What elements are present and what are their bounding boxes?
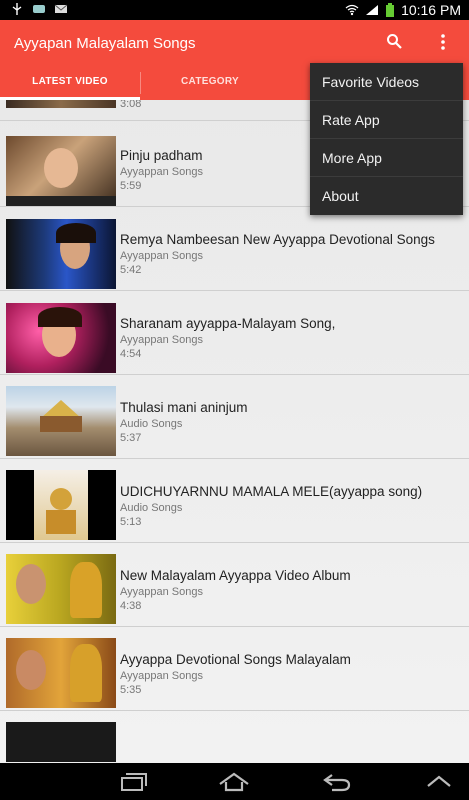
video-title: UDICHUYARNNU MAMALA MELE(ayyappa song)	[120, 484, 423, 499]
list-item[interactable]: Ayyappa Devotional Songs Malayalam Ayyap…	[0, 628, 469, 711]
video-duration: 5:37	[120, 432, 142, 444]
app-title: Ayyapan Malayalam Songs	[14, 35, 196, 52]
status-time: 10:16 PM	[401, 2, 461, 18]
tab-category[interactable]: CATEGORY	[140, 66, 280, 100]
video-thumbnail	[6, 386, 116, 456]
video-category: Audio Songs	[120, 418, 183, 430]
notification-icon	[33, 5, 45, 13]
video-thumbnail	[6, 638, 116, 708]
video-thumbnail	[6, 554, 116, 624]
recent-apps-icon[interactable]	[118, 772, 148, 792]
battery-icon	[386, 3, 395, 17]
menu-item-about[interactable]: About	[310, 177, 463, 215]
list-item[interactable]: Thulasi mani aninjum Audio Songs 5:37	[0, 376, 469, 459]
video-category: Ayyappan Songs	[120, 670, 203, 682]
video-category: Ayyappan Songs	[120, 586, 203, 598]
video-duration: 4:54	[120, 348, 142, 360]
signal-icon	[366, 5, 379, 15]
video-thumbnail	[6, 100, 116, 108]
list-item[interactable]: New Malayalam Ayyappa Video Album Ayyapp…	[0, 544, 469, 627]
video-title: Ayyappa Devotional Songs Malayalam	[120, 652, 351, 667]
wifi-icon	[345, 4, 359, 16]
video-duration: 5:42	[120, 264, 142, 276]
usb-icon	[12, 3, 22, 15]
video-category: Ayyappan Songs	[120, 166, 203, 178]
menu-item-favorite-videos[interactable]: Favorite Videos	[310, 63, 463, 101]
video-thumbnail	[6, 470, 116, 540]
menu-up-icon[interactable]	[425, 772, 453, 792]
video-duration: 3:08	[120, 100, 142, 110]
video-title: New Malayalam Ayyappa Video Album	[120, 568, 351, 583]
video-duration: 4:38	[120, 600, 142, 612]
video-title: Remya Nambeesan New Ayyappa Devotional S…	[120, 232, 435, 247]
video-category: Ayyappan Songs	[120, 250, 203, 262]
list-item[interactable]: Sharanam ayyappa-Malayam Song, Ayyappan …	[0, 292, 469, 375]
list-item[interactable]: UDICHUYARNNU MAMALA MELE(ayyappa song) A…	[0, 460, 469, 543]
mail-icon	[54, 4, 68, 13]
search-icon[interactable]	[386, 33, 402, 49]
video-thumbnail	[6, 136, 116, 206]
overflow-menu: Favorite Videos Rate App More App About	[310, 63, 463, 215]
home-icon[interactable]	[218, 772, 250, 792]
video-duration: 5:59	[120, 180, 142, 192]
menu-item-more-app[interactable]: More App	[310, 139, 463, 177]
video-category: Ayyappan Songs	[120, 334, 203, 346]
status-bar: 10:16 PM	[0, 0, 469, 20]
video-title: Thulasi mani aninjum	[120, 400, 248, 415]
list-item[interactable]	[0, 712, 469, 763]
list-item[interactable]: Remya Nambeesan New Ayyappa Devotional S…	[0, 208, 469, 291]
video-duration: 5:35	[120, 684, 142, 696]
video-thumbnail	[6, 303, 116, 373]
video-thumbnail	[6, 722, 116, 762]
back-icon[interactable]	[322, 772, 352, 792]
video-duration: 5:13	[120, 516, 142, 528]
navigation-bar	[0, 763, 469, 800]
video-title: Sharanam ayyappa-Malayam Song,	[120, 316, 336, 331]
video-category: Audio Songs	[120, 502, 183, 514]
video-thumbnail	[6, 219, 116, 289]
tab-latest-video[interactable]: LATEST VIDEO	[0, 66, 140, 100]
overflow-menu-icon[interactable]	[437, 33, 449, 51]
video-title: Pinju padham	[120, 148, 203, 163]
menu-item-rate-app[interactable]: Rate App	[310, 101, 463, 139]
